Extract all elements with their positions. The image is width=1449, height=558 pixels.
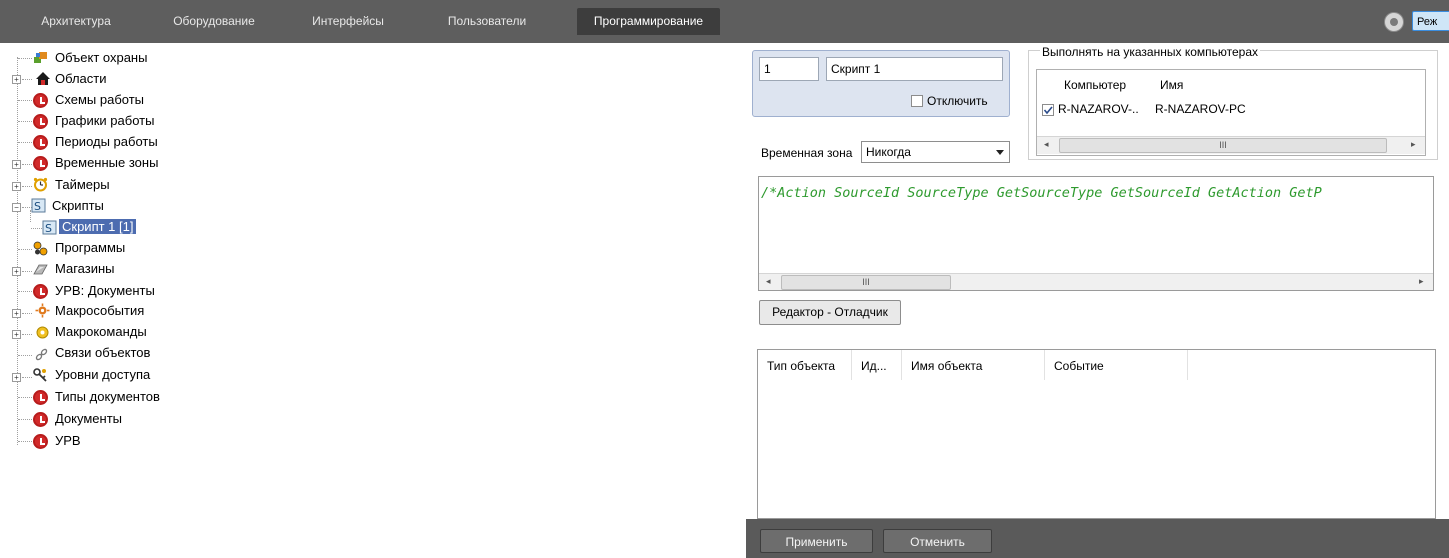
chevron-down-icon — [996, 150, 1004, 155]
script-code-editor[interactable]: /*Action SourceId SourceType GetSourceTy… — [758, 176, 1434, 291]
collapse-scripts-icon[interactable]: − — [12, 203, 21, 212]
tab-users[interactable]: Пользователи — [432, 8, 542, 35]
clock-icon — [33, 390, 48, 405]
clock-icon — [33, 93, 48, 108]
tree-item-object-links[interactable]: Связи объектов — [55, 343, 150, 363]
tab-programming[interactable]: Программирование — [577, 8, 720, 35]
computer-cell: R-NAZAROV-.. — [1058, 102, 1139, 116]
tree-item-urv-documents[interactable]: УРВ: Документы — [55, 281, 155, 301]
script-icon: S — [42, 220, 57, 235]
security-object-icon — [33, 50, 48, 65]
tree-item-work-schemes[interactable]: Схемы работы — [55, 90, 144, 110]
timer-icon — [33, 177, 48, 192]
clock-icon — [33, 284, 48, 299]
column-computer[interactable]: Компьютер — [1064, 78, 1126, 92]
code-hscrollbar[interactable]: ◂ III ▸ — [759, 273, 1433, 290]
tree-item-macro-events[interactable]: Макрособытия — [55, 301, 144, 321]
timezone-value: Никогда — [866, 145, 911, 159]
tree-item-work-periods[interactable]: Периоды работы — [55, 132, 158, 152]
tree-item-work-schedules[interactable]: Графики работы — [55, 111, 154, 131]
expand-access-levels-icon[interactable]: + — [12, 373, 21, 382]
mode-button[interactable]: Реж — [1412, 11, 1449, 31]
clock-icon — [33, 156, 48, 171]
column-object-type[interactable]: Тип объекта — [758, 350, 852, 380]
tree-item-documents[interactable]: Документы — [55, 409, 122, 429]
expand-timezones-icon[interactable]: + — [12, 160, 21, 169]
editor-debugger-button[interactable]: Редактор - Отладчик — [759, 300, 901, 325]
tree-item-macro-commands[interactable]: Макрокоманды — [55, 322, 147, 342]
tree-item-areas[interactable]: Области — [55, 69, 107, 89]
scroll-thumb[interactable]: III — [1059, 138, 1387, 153]
programs-icon — [33, 241, 48, 256]
clock-icon — [33, 135, 48, 150]
disable-checkbox[interactable] — [911, 95, 923, 107]
computers-list: Компьютер Имя R-NAZAROV-.. R-NAZAROV-PC … — [1036, 69, 1426, 156]
clock-icon — [33, 434, 48, 449]
tree-item-urv[interactable]: УРВ — [55, 431, 81, 451]
svg-text:S: S — [34, 200, 41, 213]
timezone-select[interactable]: Никогда — [861, 141, 1010, 163]
events-table: Тип объекта Ид... Имя объекта Событие — [757, 349, 1436, 519]
tab-interfaces[interactable]: Интерфейсы — [300, 8, 396, 35]
expand-macro-events-icon[interactable]: + — [12, 309, 21, 318]
script-icon: S — [31, 198, 46, 213]
script-code-text: /*Action SourceId SourceType GetSourceTy… — [761, 185, 1322, 201]
scroll-right-icon[interactable]: ▸ — [1419, 276, 1424, 287]
computer-row[interactable]: R-NAZAROV-.. R-NAZAROV-PC — [1037, 98, 1425, 120]
computer-row-checkbox[interactable] — [1042, 104, 1054, 116]
tree-item-document-types[interactable]: Типы документов — [55, 387, 160, 407]
scroll-left-icon[interactable]: ◂ — [1044, 139, 1049, 150]
tree-item-access-levels[interactable]: Уровни доступа — [55, 365, 150, 385]
tree-item-timers[interactable]: Таймеры — [55, 175, 110, 195]
expand-shops-icon[interactable]: + — [12, 267, 21, 276]
column-event[interactable]: Событие — [1045, 350, 1188, 380]
top-menu-bar: Архитектура Оборудование Интерфейсы Поль… — [0, 0, 1449, 43]
tree-item-shops[interactable]: Магазины — [55, 259, 115, 279]
name-cell: R-NAZAROV-PC — [1155, 102, 1246, 116]
link-icon — [34, 347, 49, 362]
script-name-field[interactable]: Скрипт 1 — [826, 57, 1003, 81]
macro-command-icon — [35, 325, 50, 340]
scroll-left-icon[interactable]: ◂ — [766, 276, 771, 287]
column-name[interactable]: Имя — [1160, 78, 1183, 92]
script-id-field[interactable]: 1 — [759, 57, 819, 81]
expand-areas-icon[interactable]: + — [12, 75, 21, 84]
code-scroll-thumb[interactable]: III — [781, 275, 951, 290]
tree-item-time-zones[interactable]: Временные зоны — [55, 153, 158, 173]
computers-hscrollbar[interactable]: ◂ III ▸ — [1037, 136, 1425, 154]
settings-gear-icon[interactable] — [1384, 12, 1404, 32]
column-object-name[interactable]: Имя объекта — [902, 350, 1045, 380]
macro-event-icon — [35, 303, 50, 318]
tree-item-programs[interactable]: Программы — [55, 238, 125, 258]
object-tree: Объект охраны + Области Схемы работы Гра… — [0, 45, 740, 558]
svg-text:S: S — [45, 222, 52, 235]
keys-icon — [33, 368, 48, 383]
computers-group-title: Выполнять на указанных компьютерах — [1040, 45, 1260, 59]
clock-icon — [33, 412, 48, 427]
tree-item-security-object[interactable]: Объект охраны — [55, 48, 147, 68]
tab-architecture[interactable]: Архитектура — [30, 8, 122, 35]
disable-label: Отключить — [927, 94, 988, 108]
shop-icon — [33, 262, 48, 277]
column-id[interactable]: Ид... — [852, 350, 902, 380]
expand-macro-commands-icon[interactable]: + — [12, 330, 21, 339]
tab-equipment[interactable]: Оборудование — [160, 8, 268, 35]
house-icon — [36, 71, 51, 86]
tree-item-script-1[interactable]: Скрипт 1 [1] — [59, 217, 137, 237]
timezone-label: Временная зона — [761, 145, 853, 161]
apply-button[interactable]: Применить — [760, 529, 873, 553]
cancel-button[interactable]: Отменить — [883, 529, 992, 553]
clock-icon — [33, 114, 48, 129]
tree-item-scripts[interactable]: Скрипты — [52, 196, 104, 216]
scroll-right-icon[interactable]: ▸ — [1411, 139, 1416, 150]
expand-timers-icon[interactable]: + — [12, 182, 21, 191]
